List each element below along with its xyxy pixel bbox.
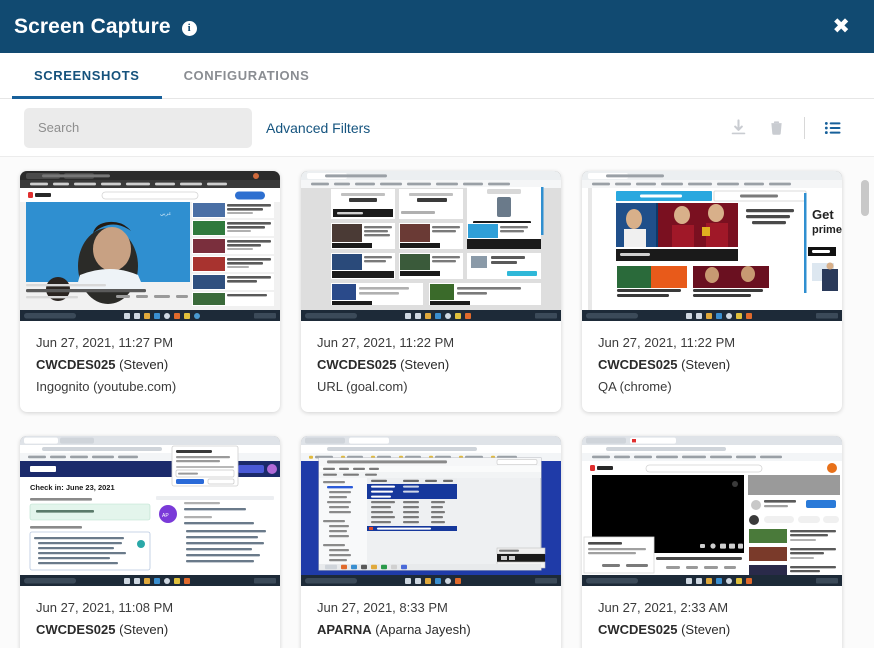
screenshot-date: Jun 27, 2021, 2:33 AM bbox=[598, 597, 826, 619]
tab-configurations[interactable]: CONFIGURATIONS bbox=[162, 53, 332, 98]
screenshot-user-name: (Steven) bbox=[400, 357, 449, 372]
svg-text:Check in: June 23, 2021: Check in: June 23, 2021 bbox=[30, 483, 115, 492]
tab-bar: SCREENSHOTS CONFIGURATIONS bbox=[0, 53, 874, 99]
toolbar-actions bbox=[719, 109, 852, 147]
screenshot-card[interactable]: Jun 27, 2021, 8:33 PM APARNA (Aparna Jay… bbox=[301, 436, 561, 648]
screenshot-user-name: (Steven) bbox=[681, 357, 730, 372]
svg-text:prime: prime bbox=[812, 224, 842, 236]
screenshot-user-name: (Steven) bbox=[119, 357, 168, 372]
search-input[interactable] bbox=[24, 108, 252, 148]
screenshot-description: Ingognito (youtube.com) bbox=[36, 376, 264, 398]
info-icon[interactable]: i bbox=[182, 21, 197, 36]
delete-icon[interactable] bbox=[757, 109, 795, 147]
screenshot-description: QA (chrome) bbox=[598, 376, 826, 398]
screenshot-user-id: CWCDES025 bbox=[36, 622, 115, 637]
screenshot-thumbnail[interactable] bbox=[301, 171, 561, 321]
screenshot-user: CWCDES025 (Steven) bbox=[317, 354, 545, 376]
svg-text:Get: Get bbox=[812, 207, 834, 222]
screenshot-card[interactable]: Jun 27, 2021, 11:22 PM CWCDES025 (Steven… bbox=[301, 171, 561, 412]
toolbar: Advanced Filters bbox=[0, 99, 874, 157]
screenshot-description: URL (goal.com) bbox=[317, 376, 545, 398]
screenshot-meta: Jun 27, 2021, 11:08 PM CWCDES025 (Steven… bbox=[20, 586, 280, 648]
screenshot-user: CWCDES025 (Steven) bbox=[36, 354, 264, 376]
screenshot-grid-scroll: عربي bbox=[0, 157, 874, 648]
screenshot-user-id: CWCDES025 bbox=[598, 357, 677, 372]
screen-capture-dialog: Screen Capture i ✖ SCREENSHOTS CONFIGURA… bbox=[0, 0, 874, 648]
screenshot-user-id: CWCDES025 bbox=[598, 622, 677, 637]
advanced-filters-link[interactable]: Advanced Filters bbox=[266, 120, 370, 136]
screenshot-date: Jun 27, 2021, 11:27 PM bbox=[36, 332, 264, 354]
screenshot-user-id: CWCDES025 bbox=[317, 357, 396, 372]
screenshot-thumbnail[interactable]: Check in: June 23, 2021 bbox=[20, 436, 280, 586]
screenshot-meta: Jun 27, 2021, 11:27 PM CWCDES025 (Steven… bbox=[20, 321, 280, 412]
screenshot-meta: Jun 27, 2021, 8:33 PM APARNA (Aparna Jay… bbox=[301, 586, 561, 648]
screenshot-date: Jun 27, 2021, 11:22 PM bbox=[598, 332, 826, 354]
screenshot-meta: Jun 27, 2021, 11:22 PM CWCDES025 (Steven… bbox=[582, 321, 842, 412]
screenshot-user-name: (Aparna Jayesh) bbox=[375, 622, 470, 637]
screenshot-card[interactable]: Check in: June 23, 2021 bbox=[20, 436, 280, 648]
screenshot-user-id: APARNA bbox=[317, 622, 372, 637]
screenshot-meta: Jun 27, 2021, 2:33 AM CWCDES025 (Steven) bbox=[582, 586, 842, 648]
screenshot-card[interactable]: Jun 27, 2021, 2:33 AM CWCDES025 (Steven) bbox=[582, 436, 842, 648]
screenshot-user-name: (Steven) bbox=[119, 622, 168, 637]
screenshot-user: CWCDES025 (Steven) bbox=[36, 619, 264, 641]
tab-screenshots[interactable]: SCREENSHOTS bbox=[12, 53, 162, 98]
screenshot-user: APARNA (Aparna Jayesh) bbox=[317, 619, 545, 641]
screenshot-user-id: CWCDES025 bbox=[36, 357, 115, 372]
dialog-header: Screen Capture i ✖ bbox=[0, 0, 874, 53]
screenshot-user: CWCDES025 (Steven) bbox=[598, 354, 826, 376]
svg-text:AP: AP bbox=[162, 513, 169, 519]
screenshot-user: CWCDES025 (Steven) bbox=[598, 619, 826, 641]
screenshot-thumbnail[interactable] bbox=[582, 436, 842, 586]
screenshot-thumbnail[interactable]: Get prime bbox=[582, 171, 842, 321]
list-view-icon[interactable] bbox=[814, 109, 852, 147]
screenshot-meta: Jun 27, 2021, 11:22 PM CWCDES025 (Steven… bbox=[301, 321, 561, 412]
screenshot-card[interactable]: Get prime bbox=[582, 171, 842, 412]
screenshot-user-name: (Steven) bbox=[681, 622, 730, 637]
screenshot-date: Jun 27, 2021, 8:33 PM bbox=[317, 597, 545, 619]
screenshot-card[interactable]: عربي bbox=[20, 171, 280, 412]
vertical-scrollbar[interactable] bbox=[861, 180, 869, 216]
screenshot-grid: عربي bbox=[20, 171, 854, 648]
download-icon[interactable] bbox=[719, 109, 757, 147]
screenshot-thumbnail[interactable] bbox=[301, 436, 561, 586]
page-title: Screen Capture bbox=[14, 15, 171, 39]
toolbar-divider bbox=[804, 117, 805, 139]
screenshot-date: Jun 27, 2021, 11:08 PM bbox=[36, 597, 264, 619]
svg-text:عربي: عربي bbox=[160, 211, 171, 217]
screenshot-thumbnail[interactable]: عربي bbox=[20, 171, 280, 321]
close-icon[interactable]: ✖ bbox=[826, 12, 856, 41]
screenshot-date: Jun 27, 2021, 11:22 PM bbox=[317, 332, 545, 354]
